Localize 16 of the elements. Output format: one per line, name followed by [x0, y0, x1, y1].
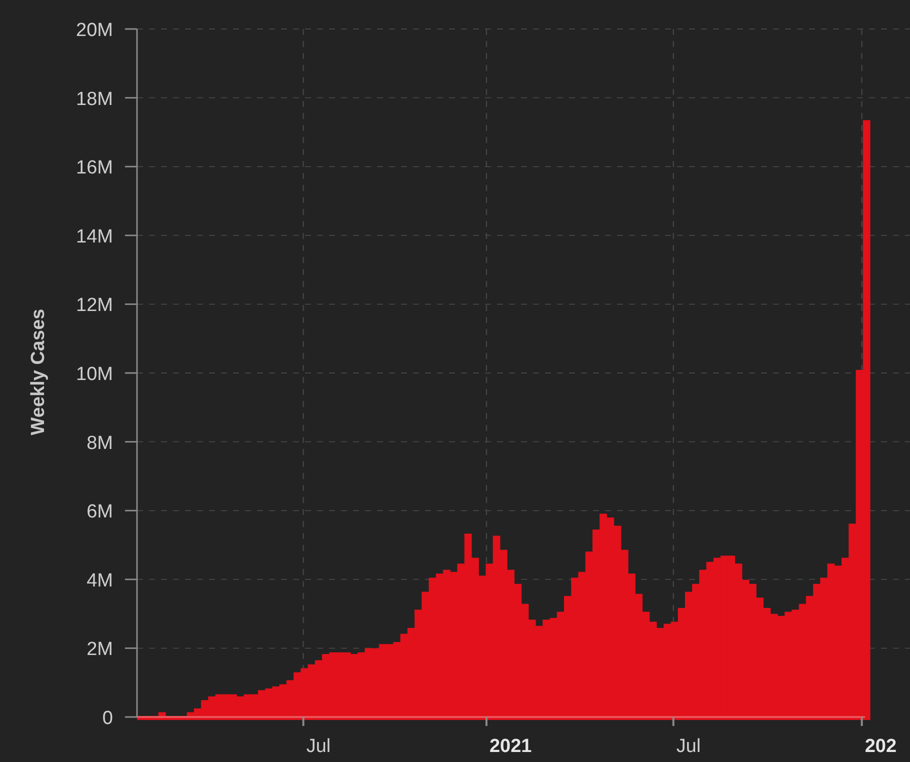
y-tick-label: 14M — [76, 226, 113, 248]
y-tick-label: 20M — [76, 20, 113, 41]
y-tick-label: 12M — [76, 295, 113, 316]
y-tick-label: 18M — [76, 88, 113, 110]
y-tick-label: 0 — [102, 708, 113, 729]
y-tick-label: 2M — [86, 639, 113, 660]
y-tick-label: 4M — [86, 570, 113, 592]
y-axis-title: Weekly Cases — [28, 308, 49, 436]
x-tick-label: Jul — [306, 736, 331, 757]
y-tick-label: 8M — [86, 432, 113, 454]
x-tick-label: Jul — [676, 736, 701, 757]
x-tick-label: 2021 — [489, 736, 532, 757]
y-tick-label: 16M — [76, 158, 113, 179]
y-tick-label: 10M — [76, 364, 113, 385]
x-tick-label: 202 — [864, 736, 897, 757]
y-tick-label: 6M — [86, 502, 113, 523]
